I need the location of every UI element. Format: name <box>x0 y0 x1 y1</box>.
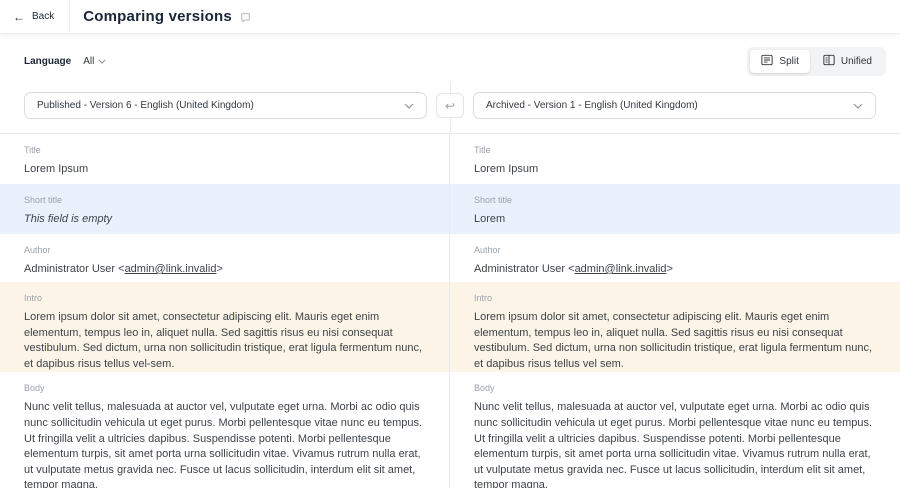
body-cell-left: Body Nunc velit tellus, malesuada at auc… <box>0 372 450 488</box>
field-label: Title <box>474 145 876 155</box>
field-value: Administrator User <admin@link.invalid> <box>474 262 876 278</box>
intro-cell-right: Intro Lorem ipsum dolor sit amet, consec… <box>450 282 900 372</box>
field-label: Body <box>474 383 876 393</box>
header-divider <box>69 0 70 33</box>
language-label: Language <box>24 56 71 67</box>
split-view-button[interactable]: Split <box>750 50 809 73</box>
field-label: Author <box>24 245 425 255</box>
back-button-label: Back <box>32 11 54 22</box>
short-title-cell-right: Short title Lorem <box>450 184 900 234</box>
comment-icon <box>240 12 251 23</box>
swap-versions-icon: ↩ <box>445 100 455 112</box>
field-value-empty: This field is empty <box>24 212 425 228</box>
author-email-link[interactable]: admin@link.invalid <box>125 263 217 275</box>
version-selector-row: Published - Version 6 - English (United … <box>0 86 900 133</box>
author-suffix: > <box>666 263 672 275</box>
field-label: Title <box>24 145 425 155</box>
swap-versions-button[interactable]: ↩ <box>436 93 464 118</box>
field-value: Lorem ipsum dolor sit amet, consectetur … <box>474 310 876 372</box>
field-label: Author <box>474 245 876 255</box>
field-value: Administrator User <admin@link.invalid> <box>24 262 425 278</box>
field-row-intro: Intro Lorem ipsum dolor sit amet, consec… <box>0 282 900 372</box>
intro-cell-left: Intro Lorem ipsum dolor sit amet, consec… <box>0 282 450 372</box>
left-version-value: Published - Version 6 - English (United … <box>37 100 254 111</box>
body-cell-right: Body Nunc velit tellus, malesuada at auc… <box>450 372 900 488</box>
field-label: Short title <box>24 195 425 205</box>
toolbar: Language All Split <box>0 34 900 86</box>
author-cell-right: Author Administrator User <admin@link.in… <box>450 234 900 282</box>
field-label: Body <box>24 383 425 393</box>
left-version-dropdown[interactable]: Published - Version 6 - English (United … <box>24 92 427 119</box>
back-button[interactable]: ← Back <box>0 0 69 33</box>
field-row-title: Title Lorem Ipsum Title Lorem Ipsum <box>0 134 900 184</box>
language-dropdown-value: All <box>83 56 94 67</box>
chevron-down-icon <box>853 103 863 109</box>
split-view-label: Split <box>779 56 798 67</box>
field-row-short-title: Short title This field is empty Short ti… <box>0 184 900 234</box>
field-value: Nunc velit tellus, malesuada at auctor v… <box>474 400 876 488</box>
language-filter-group: Language All <box>24 56 106 67</box>
title-cell-left: Title Lorem Ipsum <box>0 134 450 184</box>
view-mode-toggle: Split Unified <box>747 47 886 76</box>
author-name: Administrator User < <box>474 263 575 275</box>
header-bar: ← Back Comparing versions <box>0 0 900 34</box>
author-email-link[interactable]: admin@link.invalid <box>575 263 667 275</box>
field-row-author: Author Administrator User <admin@link.in… <box>0 234 900 282</box>
field-value: Lorem Ipsum <box>474 162 876 178</box>
field-row-body: Body Nunc velit tellus, malesuada at auc… <box>0 372 900 488</box>
comparison-grid: Title Lorem Ipsum Title Lorem Ipsum Shor… <box>0 133 900 488</box>
unified-view-label: Unified <box>841 56 872 67</box>
author-suffix: > <box>216 263 222 275</box>
back-arrow-icon: ← <box>13 11 25 23</box>
field-value: Lorem Ipsum <box>24 162 425 178</box>
field-value: Nunc velit tellus, malesuada at auctor v… <box>24 400 425 488</box>
swap-divider: ↩ <box>427 92 473 119</box>
short-title-cell-left: Short title This field is empty <box>0 184 450 234</box>
field-label: Intro <box>474 293 876 303</box>
unified-view-icon <box>823 54 835 69</box>
author-name: Administrator User < <box>24 263 125 275</box>
chevron-down-icon <box>98 59 106 64</box>
language-dropdown[interactable]: All <box>83 56 106 67</box>
field-label: Short title <box>474 195 876 205</box>
title-cell-right: Title Lorem Ipsum <box>450 134 900 184</box>
field-value: Lorem <box>474 212 876 228</box>
author-cell-left: Author Administrator User <admin@link.in… <box>0 234 450 282</box>
split-view-icon <box>761 54 773 69</box>
page-title: Comparing versions <box>83 8 232 25</box>
field-value: Lorem ipsum dolor sit amet, consectetur … <box>24 310 425 372</box>
chevron-down-icon <box>404 103 414 109</box>
field-label: Intro <box>24 293 425 303</box>
right-version-value: Archived - Version 1 - English (United K… <box>486 100 698 111</box>
right-version-dropdown[interactable]: Archived - Version 1 - English (United K… <box>473 92 876 119</box>
page-title-group: Comparing versions <box>83 8 251 25</box>
unified-view-button[interactable]: Unified <box>812 50 883 73</box>
